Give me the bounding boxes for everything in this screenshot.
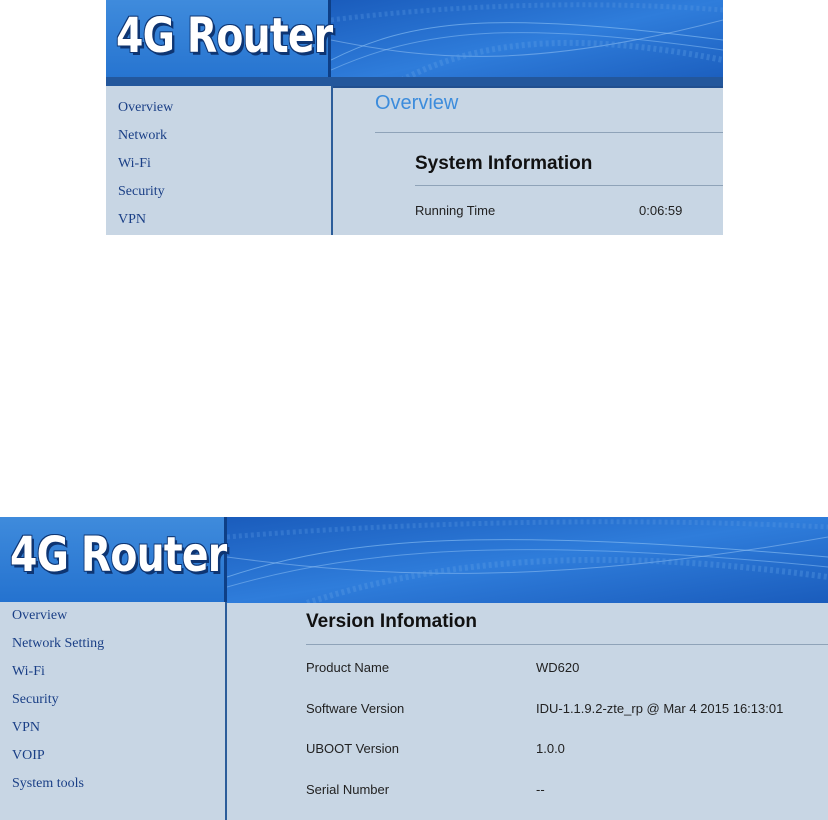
divider bbox=[415, 185, 723, 186]
nav-item-wifi[interactable]: Wi-Fi bbox=[118, 156, 151, 172]
nav-item-wifi[interactable]: Wi-Fi bbox=[12, 664, 45, 680]
main-content: Version Infomation Product Name WD620 So… bbox=[227, 602, 828, 820]
header-banner: 4G Router bbox=[106, 0, 723, 86]
version-info-screenshot: 4G Router Overview Network Setting Wi-Fi… bbox=[0, 517, 828, 820]
product-name-label: Product Name bbox=[306, 660, 390, 675]
nav-item-network[interactable]: Network bbox=[118, 128, 167, 144]
page-title: Overview bbox=[375, 92, 459, 114]
nav-item-voip[interactable]: VOIP bbox=[12, 748, 45, 764]
running-time-value: 0:06:59 bbox=[639, 203, 683, 218]
serial-number-value: -- bbox=[536, 782, 545, 797]
banner-wave-graphic bbox=[331, 0, 723, 86]
router-logo: 4G Router bbox=[10, 527, 227, 583]
uboot-version-value: 1.0.0 bbox=[536, 741, 565, 756]
software-version-label: Software Version bbox=[306, 701, 405, 716]
sidebar-nav: Overview Network Wi-Fi Security VPN bbox=[106, 86, 333, 235]
banner-bottom-band bbox=[106, 77, 723, 86]
divider bbox=[375, 132, 723, 133]
router-logo: 4G Router bbox=[116, 8, 333, 64]
nav-item-vpn[interactable]: VPN bbox=[12, 720, 40, 736]
product-name-value: WD620 bbox=[536, 660, 580, 675]
main-content: Overview System Information Running Time… bbox=[333, 86, 723, 235]
logo-area: 4G Router bbox=[0, 517, 227, 603]
logo-area: 4G Router bbox=[106, 0, 333, 86]
nav-item-system-tools[interactable]: System tools bbox=[12, 776, 84, 792]
serial-number-label: Serial Number bbox=[306, 782, 390, 797]
nav-item-security[interactable]: Security bbox=[12, 692, 59, 708]
sidebar-nav: Overview Network Setting Wi-Fi Security … bbox=[0, 602, 227, 820]
nav-item-network-setting[interactable]: Network Setting bbox=[12, 636, 104, 652]
nav-item-security[interactable]: Security bbox=[118, 184, 165, 200]
nav-item-vpn[interactable]: VPN bbox=[118, 212, 146, 228]
software-version-value: IDU-1.1.9.2-zte_rp @ Mar 4 2015 16:13:01 bbox=[536, 701, 784, 716]
header-banner: 4G Router bbox=[0, 517, 828, 603]
uboot-version-label: UBOOT Version bbox=[306, 741, 399, 756]
nav-item-overview[interactable]: Overview bbox=[118, 100, 173, 116]
overview-screenshot: 4G Router Overview Network Wi-Fi Securit… bbox=[106, 0, 723, 235]
section-title: System Information bbox=[415, 153, 593, 174]
banner-wave-graphic bbox=[227, 517, 828, 603]
divider bbox=[306, 644, 828, 645]
nav-item-overview[interactable]: Overview bbox=[12, 608, 67, 624]
content-top-rule bbox=[333, 86, 723, 88]
section-title: Version Infomation bbox=[306, 611, 478, 632]
running-time-label: Running Time bbox=[415, 203, 496, 218]
